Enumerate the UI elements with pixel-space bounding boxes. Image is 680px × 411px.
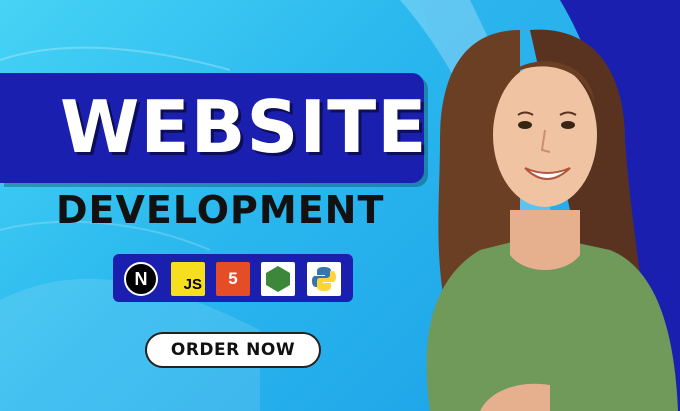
html5-label: 5: [228, 269, 238, 288]
javascript-label: JS: [183, 276, 202, 293]
html5-icon: 5: [216, 262, 250, 296]
smiling-woman-photo: [426, 29, 678, 411]
nodejs-icon: [261, 262, 295, 296]
order-now-button[interactable]: ORDER NOW: [145, 332, 321, 368]
python-icon: [307, 262, 341, 296]
javascript-icon: JS: [171, 262, 205, 296]
promo-banner: WEBSITE DEVELOPMENT N JS 5 ORDER NOW: [0, 0, 680, 411]
nextjs-label: N: [134, 268, 148, 289]
headline: WEBSITE: [60, 85, 428, 169]
nextjs-icon: N: [124, 262, 158, 296]
subheadline: DEVELOPMENT: [56, 188, 385, 232]
